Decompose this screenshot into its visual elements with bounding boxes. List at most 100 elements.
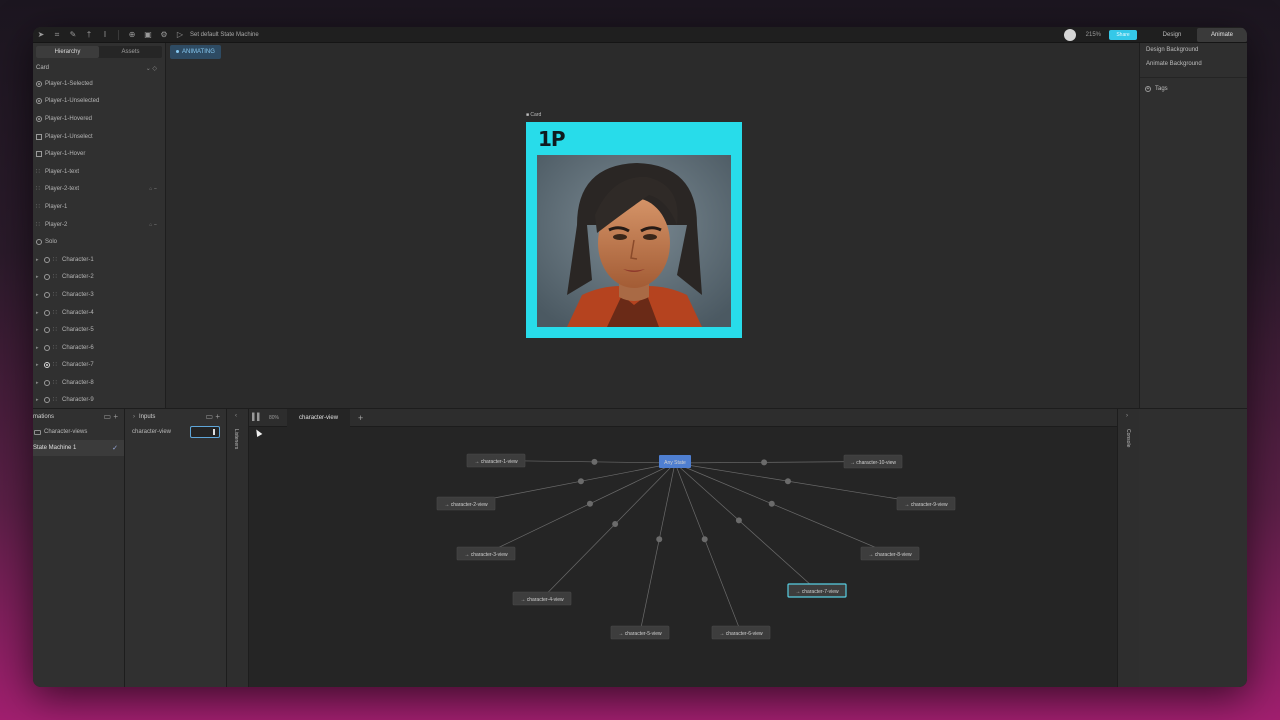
add-input-icon[interactable]: + bbox=[215, 412, 220, 421]
design-background-option[interactable]: Design Background bbox=[1140, 43, 1247, 57]
target-icon bbox=[36, 115, 42, 122]
zoom-level[interactable]: 215% bbox=[1086, 32, 1101, 38]
any-state-label: Any State bbox=[664, 460, 686, 466]
transition-line[interactable] bbox=[674, 462, 927, 504]
hierarchy-item[interactable]: Player-1-Hovered bbox=[33, 110, 165, 128]
hierarchy-character-item[interactable]: ▸ ∷ Character-8 bbox=[33, 374, 165, 392]
settings-icon[interactable]: ⚙ bbox=[156, 27, 172, 43]
hierarchy-item[interactable]: Player-1-Selected bbox=[33, 75, 165, 93]
transition-handle[interactable] bbox=[784, 478, 791, 485]
expand-icon[interactable]: ▸ bbox=[36, 327, 42, 333]
animations-actions: ▭ + bbox=[104, 412, 118, 421]
expand-icon[interactable]: ▸ bbox=[36, 345, 42, 351]
expand-icon[interactable]: ▸ bbox=[36, 362, 42, 368]
hierarchy-character-item[interactable]: ▸ ∷ Character-2 bbox=[33, 269, 165, 287]
expand-icon[interactable]: ▸ bbox=[36, 380, 42, 386]
state-graph-canvas[interactable]: Any State → character-1-view → character-2… bbox=[249, 428, 1117, 687]
hierarchy-item[interactable]: Player-1-Unselected bbox=[33, 93, 165, 111]
stage-canvas[interactable]: ANIMATING ■ Card 1P bbox=[166, 43, 1139, 408]
transition-handle[interactable] bbox=[586, 500, 593, 507]
input-row[interactable]: character-view bbox=[125, 424, 226, 440]
expand-icon[interactable]: ▸ bbox=[36, 274, 42, 280]
state-machine-item[interactable]: State Machine 1 ✓ bbox=[33, 440, 124, 456]
hierarchy-character-item[interactable]: ▸ ∷ Character-9 bbox=[33, 392, 165, 408]
graph-tabs: ▌▌ 80% character-view + bbox=[249, 408, 1117, 427]
hierarchy-item[interactable]: ∷ Player-1-text bbox=[33, 163, 165, 181]
frame-icon[interactable]: ⌗ bbox=[49, 27, 65, 43]
share-button[interactable]: Share bbox=[1109, 30, 1137, 40]
tab-hierarchy[interactable]: Hierarchy bbox=[36, 46, 99, 58]
hierarchy-character-item[interactable]: ▸ ∷ Character-3 bbox=[33, 286, 165, 304]
transition-handle[interactable] bbox=[701, 536, 708, 543]
layers-toggle-icon[interactable]: ▌▌ bbox=[249, 414, 265, 421]
hierarchy-item[interactable]: Solo bbox=[33, 233, 165, 251]
transition-handle[interactable] bbox=[612, 520, 619, 527]
add-animation-icon[interactable]: + bbox=[113, 412, 118, 421]
listeners-tab[interactable]: ‹ Listeners bbox=[227, 409, 249, 687]
tab-design[interactable]: Design bbox=[1147, 28, 1197, 42]
state-machine-selector[interactable]: Set default State Machine bbox=[190, 32, 259, 38]
expand-icon[interactable]: ▸ bbox=[36, 292, 42, 298]
state-machine-graph[interactable]: ▌▌ 80% character-view + Any State → chara… bbox=[249, 408, 1117, 687]
expand-icon[interactable]: ▸ bbox=[36, 397, 42, 403]
transition-handle[interactable] bbox=[768, 500, 775, 507]
avatar[interactable] bbox=[1063, 29, 1076, 41]
transition-line[interactable] bbox=[485, 462, 676, 554]
hierarchy-item-label: Character-7 bbox=[62, 362, 94, 369]
pointer-icon[interactable]: ➤ bbox=[33, 27, 49, 43]
tab-character-view[interactable]: character-view bbox=[287, 408, 351, 427]
folder-icon[interactable]: ▭ bbox=[206, 412, 214, 421]
transition-line[interactable] bbox=[465, 462, 676, 504]
hierarchy-character-item[interactable]: ▸ ∷ Character-1 bbox=[33, 251, 165, 269]
transition-handle[interactable] bbox=[656, 536, 663, 543]
folder-icon[interactable]: ▭ bbox=[104, 412, 112, 421]
chevron-down-icon[interactable]: ⌄ ◇ bbox=[146, 65, 157, 72]
component-icon[interactable]: ▣ bbox=[140, 27, 156, 43]
hierarchy-item[interactable]: Player-1-Hover bbox=[33, 145, 165, 163]
transition-handle[interactable] bbox=[577, 478, 584, 485]
pen-icon[interactable]: ✎ bbox=[65, 27, 81, 43]
console-tab[interactable]: › Console bbox=[1117, 409, 1139, 687]
add-tag-icon[interactable]: + bbox=[1145, 86, 1151, 92]
animation-folder[interactable]: Character-views bbox=[33, 424, 124, 440]
tab-animate[interactable]: Animate bbox=[1197, 28, 1247, 42]
transition-line[interactable] bbox=[639, 462, 676, 633]
tab-assets[interactable]: Assets bbox=[99, 46, 162, 58]
transition-line[interactable] bbox=[541, 462, 676, 599]
portrait-illustration bbox=[537, 155, 731, 327]
card-artboard[interactable]: 1P bbox=[526, 122, 742, 338]
hierarchy-item[interactable]: ∷ Player-1 bbox=[33, 198, 165, 216]
state-node-label: → character-7-view bbox=[795, 589, 839, 595]
add-layer-icon[interactable]: + bbox=[358, 413, 363, 423]
lock-visibility-icon[interactable]: ⌂ ⌣ bbox=[149, 186, 157, 192]
lock-visibility-icon[interactable]: ⌂ ⌣ bbox=[149, 222, 157, 228]
input-label: character-view bbox=[132, 429, 172, 435]
play-icon[interactable]: ▷ bbox=[172, 27, 188, 43]
tags-row[interactable]: + Tags bbox=[1140, 82, 1247, 96]
expand-icon[interactable]: ▸ bbox=[36, 310, 42, 316]
plus-circle-icon[interactable]: ⊕ bbox=[124, 27, 140, 43]
transition-handle[interactable] bbox=[591, 458, 598, 465]
input-value-field[interactable] bbox=[190, 426, 220, 438]
hierarchy-character-item[interactable]: ▸ ∷ Character-6 bbox=[33, 339, 165, 357]
text-icon[interactable]: I bbox=[97, 27, 113, 43]
transition-handle[interactable] bbox=[735, 517, 742, 524]
animate-background-option[interactable]: Animate Background bbox=[1140, 57, 1247, 71]
graph-zoom[interactable]: 80% bbox=[269, 415, 279, 421]
hierarchy-character-item[interactable]: ▸ ∷ Character-7 bbox=[33, 357, 165, 375]
hierarchy-character-item[interactable]: ▸ ∷ Character-4 bbox=[33, 304, 165, 322]
hierarchy-root[interactable]: Card ⌄ ◇ bbox=[33, 61, 165, 75]
hierarchy-item[interactable]: ∷ Player-2-text ⌂ ⌣ bbox=[33, 181, 165, 199]
artboard-label[interactable]: ■ Card bbox=[526, 112, 541, 118]
animation-folder-label: Character-views bbox=[44, 429, 88, 435]
inputs-actions: ▭ + bbox=[206, 412, 220, 421]
hierarchy-item[interactable]: ∷ Player-2 ⌂ ⌣ bbox=[33, 216, 165, 234]
transition-handle[interactable] bbox=[761, 459, 768, 466]
bone-icon[interactable]: † bbox=[81, 27, 97, 43]
transition-line[interactable] bbox=[674, 461, 874, 464]
chevron-right-icon[interactable]: › bbox=[133, 414, 135, 420]
expand-icon[interactable]: ▸ bbox=[36, 257, 42, 263]
hierarchy-item[interactable]: Player-1-Unselect bbox=[33, 128, 165, 146]
transition-line[interactable] bbox=[674, 462, 742, 633]
hierarchy-character-item[interactable]: ▸ ∷ Character-5 bbox=[33, 321, 165, 339]
